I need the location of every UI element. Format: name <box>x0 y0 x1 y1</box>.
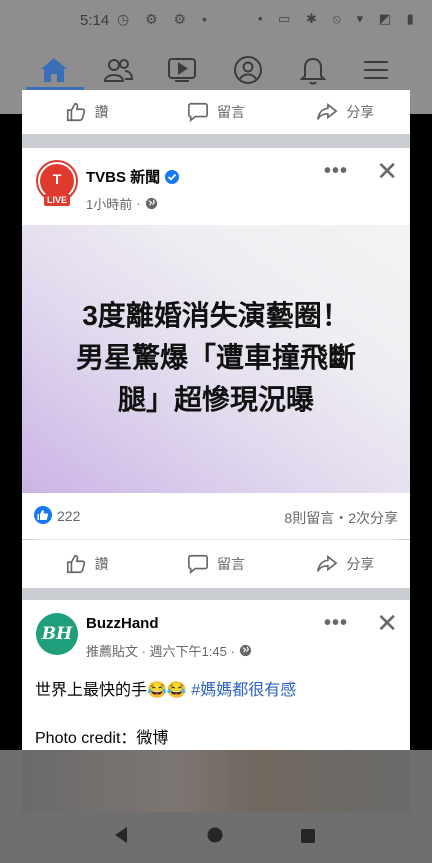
like-button[interactable]: 讚 <box>22 553 151 575</box>
like-reaction-icon <box>34 506 52 524</box>
post-image[interactable]: 3度離婚消失演藝圈！ 男星驚爆「遭車撞飛斷 腿」超慘現況曝 <box>22 225 410 493</box>
comment-button[interactable]: 留言 <box>151 553 280 575</box>
comment-share-stats[interactable]: 8則留言・2次分享 <box>284 508 398 528</box>
thumbs-up-icon <box>66 102 85 122</box>
post-header-tvbs: T LIVE TVBS 新聞 1小時前 · ••• ✕ <box>22 148 410 225</box>
share-icon <box>317 102 338 120</box>
share-button[interactable]: 分享 <box>281 101 410 123</box>
post-meta-text: 推薦貼文 · 週六下午1:45 · <box>86 644 235 659</box>
share-icon <box>317 554 338 572</box>
active-tab-indicator <box>26 87 84 90</box>
share-button[interactable]: 分享 <box>281 553 410 575</box>
post-meta: 推薦貼文 · 週六下午1:45 · <box>86 641 252 660</box>
top-nav-overlay <box>0 42 432 90</box>
friends-icon[interactable] <box>98 50 138 90</box>
home-circle-icon[interactable] <box>207 827 223 848</box>
status-time: 5:14 <box>80 12 110 29</box>
verified-badge-icon <box>165 169 180 184</box>
share-label: 分享 <box>346 104 375 120</box>
recents-icon[interactable] <box>300 828 316 849</box>
thumbs-up-icon <box>66 554 85 574</box>
post-author[interactable]: BuzzHand <box>86 615 159 632</box>
globe-icon <box>239 644 251 657</box>
post-author[interactable]: TVBS 新聞 <box>86 166 180 187</box>
back-icon[interactable] <box>113 826 129 849</box>
comment-label: 留言 <box>216 104 245 120</box>
like-button[interactable]: 讚 <box>22 101 151 123</box>
like-count: 222 <box>57 508 81 524</box>
post-headline: 3度離婚消失演藝圈！ 男星驚爆「遭車撞飛斷 腿」超慘現況曝 <box>22 295 410 421</box>
post-buzzhand: BH BuzzHand 推薦貼文 · 週六下午1:45 · ••• ✕ 世界上最… <box>22 600 410 750</box>
prev-post-action-row: 讚 留言 分享 <box>22 90 410 134</box>
headline-line: 男星驚爆「遭車撞飛斷 <box>75 342 356 373</box>
post-photo-preview[interactable] <box>22 750 410 812</box>
svg-text:T: T <box>53 171 62 187</box>
watch-icon[interactable] <box>162 50 202 90</box>
notifications-bell-icon[interactable] <box>293 50 333 90</box>
post1-action-row: 讚 留言 分享 <box>22 540 410 588</box>
like-label: 讚 <box>94 104 109 120</box>
photo-credit: Photo credit：微博 <box>35 730 169 747</box>
reaction-summary[interactable]: 222 8則留言・2次分享 <box>22 493 410 539</box>
status-bar: 5:14 ◷ ⚙ ⚙ • • ▭ ✱ ⦸ ▾ ◩ ▮ <box>0 0 432 42</box>
close-icon[interactable]: ✕ <box>376 158 398 184</box>
author-name: BuzzHand <box>86 615 159 632</box>
post-text-main: 世界上最快的手😂😂 <box>35 682 192 699</box>
author-name: TVBS 新聞 <box>86 169 161 186</box>
hashtag-link[interactable]: #媽媽都很有感 <box>191 682 296 699</box>
system-status-icons: • ▭ ✱ ⦸ ▾ ◩ ▮ <box>258 11 420 26</box>
share-label: 分享 <box>346 556 375 572</box>
comment-icon <box>187 554 208 574</box>
comment-button[interactable]: 留言 <box>151 101 280 123</box>
more-options-icon[interactable]: ••• <box>324 160 348 183</box>
live-badge: LIVE <box>44 194 71 206</box>
post-meta: 1小時前 · <box>86 194 158 213</box>
more-options-icon[interactable]: ••• <box>324 612 348 635</box>
headline-line: 腿」超慘現況曝 <box>117 384 314 415</box>
home-icon[interactable] <box>34 50 74 90</box>
avatar-text: BH <box>41 624 73 644</box>
post-text: 世界上最快的手😂😂 #媽媽都很有感 <box>35 676 296 700</box>
menu-icon[interactable] <box>356 50 396 90</box>
tvbs-avatar[interactable]: T LIVE <box>36 160 78 206</box>
notification-icons: ◷ ⚙ ⚙ • <box>117 11 213 27</box>
buzzhand-avatar[interactable]: BH <box>36 613 78 655</box>
profile-icon[interactable] <box>228 50 268 90</box>
post-time: 1小時前 <box>86 197 133 212</box>
headline-line: 3度離婚消失演藝圈！ <box>82 300 350 331</box>
close-icon[interactable]: ✕ <box>376 610 398 636</box>
comment-icon <box>187 102 208 122</box>
like-label: 讚 <box>94 556 109 572</box>
comment-label: 留言 <box>216 556 245 572</box>
globe-icon <box>145 197 157 210</box>
